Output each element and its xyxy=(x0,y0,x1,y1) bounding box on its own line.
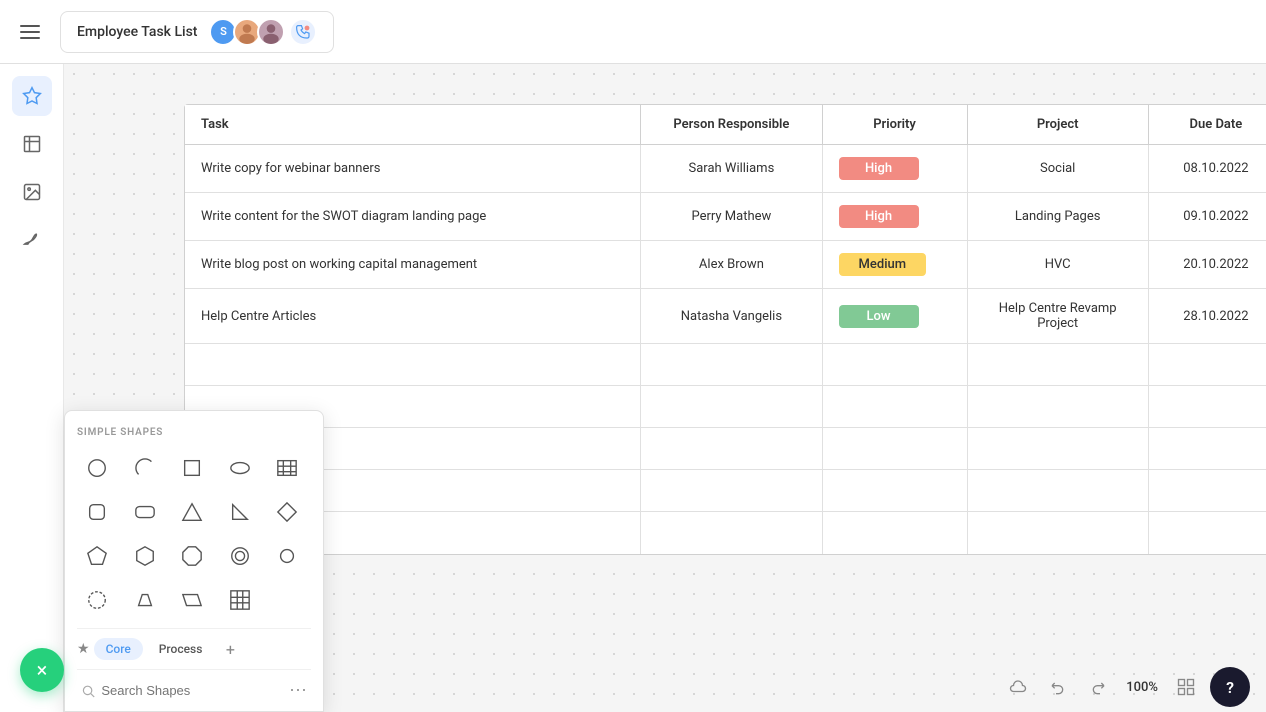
sidebar-draw-button[interactable] xyxy=(12,220,52,260)
more-options-icon[interactable]: ⋯ xyxy=(289,680,307,701)
cell-priority: High xyxy=(822,145,967,193)
cell-task: Write blog post on working capital manag… xyxy=(185,241,641,289)
shape-tabs: ★ Core Process + xyxy=(77,628,311,669)
task-table: Task Person Responsible Priority Project… xyxy=(184,104,1266,555)
shape-diamond[interactable] xyxy=(267,492,307,532)
table-row-empty xyxy=(185,386,1266,428)
help-label: ? xyxy=(1226,678,1234,697)
sidebar-image-button[interactable] xyxy=(12,172,52,212)
shape-square[interactable] xyxy=(172,448,212,488)
cell-person: Perry Mathew xyxy=(641,193,822,241)
table-row: Write copy for webinar banners Sarah Wil… xyxy=(185,145,1266,193)
cloud-save-button[interactable] xyxy=(1002,671,1034,703)
cell-task: Help Centre Articles xyxy=(185,289,641,344)
table-row-empty xyxy=(185,512,1266,554)
cell-due-date: 09.10.2022 xyxy=(1148,193,1266,241)
menu-button[interactable] xyxy=(16,21,44,43)
search-shapes-input[interactable] xyxy=(101,683,283,698)
shape-trapezoid[interactable] xyxy=(125,580,165,620)
shapes-favorites-icon[interactable]: ★ xyxy=(77,641,90,657)
cell-due-date: 08.10.2022 xyxy=(1148,145,1266,193)
shapes-section-title: SIMPLE SHAPES xyxy=(77,427,311,438)
undo-button[interactable] xyxy=(1042,671,1074,703)
search-icon xyxy=(81,683,95,699)
cell-task: Write content for the SWOT diagram landi… xyxy=(185,193,641,241)
shape-parallelogram[interactable] xyxy=(172,580,212,620)
shape-circle-outline[interactable] xyxy=(220,536,260,576)
fab-close-icon: × xyxy=(37,658,48,682)
table-row: Help Centre Articles Natasha Vangelis Lo… xyxy=(185,289,1266,344)
tab-process[interactable]: Process xyxy=(147,638,215,660)
shape-empty xyxy=(267,580,307,620)
shapes-panel: SIMPLE SHAPES xyxy=(64,410,324,712)
col-priority: Priority xyxy=(822,105,967,145)
table-row-empty xyxy=(185,470,1266,512)
document-title: Employee Task List xyxy=(77,24,197,40)
cell-project: HVC xyxy=(967,241,1148,289)
collaborators: S xyxy=(209,18,317,46)
sidebar-frame-button[interactable] xyxy=(12,124,52,164)
tab-core[interactable]: Core xyxy=(94,638,143,660)
help-button[interactable]: ? xyxy=(1210,667,1250,707)
cell-person: Natasha Vangelis xyxy=(641,289,822,344)
cell-person: Alex Brown xyxy=(641,241,822,289)
grid-toggle-button[interactable] xyxy=(1170,671,1202,703)
cell-priority: Low xyxy=(822,289,967,344)
tab-add-button[interactable]: + xyxy=(218,637,242,661)
topbar: Employee Task List S xyxy=(0,0,1266,64)
shape-circle-dashed[interactable] xyxy=(77,580,117,620)
table-row-empty xyxy=(185,344,1266,386)
shape-circle[interactable] xyxy=(77,448,117,488)
left-sidebar xyxy=(0,64,64,712)
shape-rounded-rect[interactable] xyxy=(125,492,165,532)
shape-hexagon[interactable] xyxy=(125,536,165,576)
table-row-empty xyxy=(185,428,1266,470)
shape-rounded-square[interactable] xyxy=(77,492,117,532)
sidebar-shapes-button[interactable] xyxy=(12,76,52,116)
redo-button[interactable] xyxy=(1082,671,1114,703)
cell-priority: High xyxy=(822,193,967,241)
cell-priority: Medium xyxy=(822,241,967,289)
shape-pentagon[interactable] xyxy=(77,536,117,576)
col-due-date: Due Date xyxy=(1148,105,1266,145)
phone-icon[interactable] xyxy=(289,18,317,46)
col-person: Person Responsible xyxy=(641,105,822,145)
shapes-grid xyxy=(77,448,311,620)
shape-arc[interactable] xyxy=(125,448,165,488)
table-row: Write content for the SWOT diagram landi… xyxy=(185,193,1266,241)
col-project: Project xyxy=(967,105,1148,145)
table-row: Write blog post on working capital manag… xyxy=(185,241,1266,289)
cell-project: Social xyxy=(967,145,1148,193)
cell-project: Landing Pages xyxy=(967,193,1148,241)
shape-octagon[interactable] xyxy=(172,536,212,576)
shape-grid[interactable] xyxy=(220,580,260,620)
avatar-2 xyxy=(257,18,285,46)
shape-circle-sm[interactable] xyxy=(267,536,307,576)
shape-right-triangle[interactable] xyxy=(220,492,260,532)
zoom-level: 100% xyxy=(1122,680,1162,695)
cell-task: Write copy for webinar banners xyxy=(185,145,641,193)
search-input-wrap xyxy=(81,683,283,699)
cell-due-date: 28.10.2022 xyxy=(1148,289,1266,344)
shape-triangle[interactable] xyxy=(172,492,212,532)
shapes-search-bar: ⋯ xyxy=(77,669,311,711)
fab-close-button[interactable]: × xyxy=(20,648,64,692)
col-task: Task xyxy=(185,105,641,145)
cell-due-date: 20.10.2022 xyxy=(1148,241,1266,289)
shape-table[interactable] xyxy=(267,448,307,488)
cell-person: Sarah Williams xyxy=(641,145,822,193)
cell-project: Help Centre Revamp Project xyxy=(967,289,1148,344)
shape-oval[interactable] xyxy=(220,448,260,488)
document-title-box[interactable]: Employee Task List S xyxy=(60,11,334,53)
